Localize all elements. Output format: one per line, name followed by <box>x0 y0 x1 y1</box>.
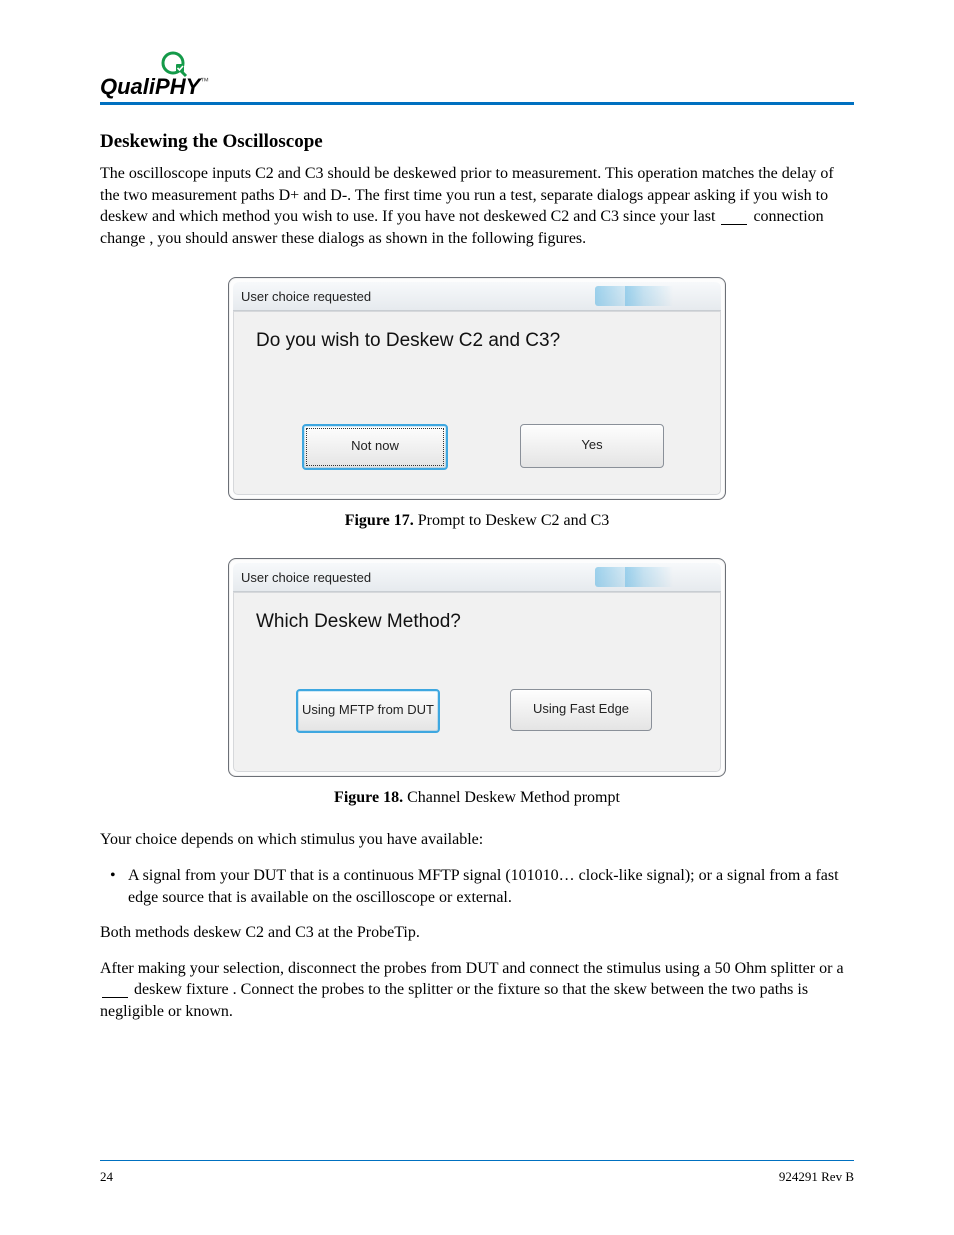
dialog-title: User choice requested <box>233 282 721 311</box>
qualiphy-logo-icon: QualiPHY ™ <box>100 50 210 100</box>
mftp-button[interactable]: Using MFTP from DUT <box>296 689 440 733</box>
para-after-selection: After making your selection, disconnect … <box>100 958 854 1023</box>
dialog-title: User choice requested <box>233 563 721 592</box>
not-now-button[interactable]: Not now <box>302 424 448 470</box>
page-header: QualiPHY ™ <box>100 50 854 105</box>
para4-pre: After making your selection, disconnect … <box>100 960 844 977</box>
intro-paragraph: The oscilloscope inputs C2 and C3 should… <box>100 163 854 249</box>
footer-row: 24 924291 Rev B <box>100 1169 854 1185</box>
yes-button[interactable]: Yes <box>520 424 664 468</box>
doc-revision: 924291 Rev B <box>779 1169 854 1185</box>
dialog-question: Which Deskew Method? <box>256 611 698 633</box>
figure-18-caption: Figure 18. Channel Deskew Method prompt <box>100 789 854 807</box>
dialog-body: Do you wish to Deskew C2 and C3? Not now… <box>233 311 721 495</box>
blank-line <box>102 983 128 998</box>
brand-logo: QualiPHY ™ <box>100 50 210 100</box>
svg-text:™: ™ <box>200 76 209 86</box>
dialog-body: Which Deskew Method? Using MFTP from DUT… <box>233 592 721 772</box>
bullet-item: •A signal from your DUT that is a contin… <box>100 865 854 908</box>
dialog-question: Do you wish to Deskew C2 and C3? <box>256 330 698 352</box>
para4-link: deskew fixture <box>134 981 229 998</box>
figure-label: Figure 18. <box>334 789 403 806</box>
page-number: 24 <box>100 1169 113 1185</box>
para-stimulus-intro: Your choice depends on which stimulus yo… <box>100 829 854 851</box>
figure-text: Prompt to Deskew C2 and C3 <box>414 512 610 529</box>
bullet-text: A signal from your DUT that is a continu… <box>128 867 839 906</box>
svg-text:QualiPHY: QualiPHY <box>100 74 203 99</box>
fast-edge-button[interactable]: Using Fast Edge <box>510 689 652 731</box>
page: QualiPHY ™ Deskewing the Oscilloscope Th… <box>0 0 954 1235</box>
page-footer: 24 924291 Rev B <box>100 1160 854 1185</box>
figure-label: Figure 17. <box>345 512 414 529</box>
figure-17-wrap: User choice requested Do you wish to Des… <box>100 277 854 500</box>
figure-17-caption: Figure 17. Prompt to Deskew C2 and C3 <box>100 512 854 530</box>
deskew-dialog: User choice requested Do you wish to Des… <box>228 277 726 500</box>
dialog-buttons: Using MFTP from DUT Using Fast Edge <box>256 689 698 733</box>
para1-post: , you should answer these dialogs as sho… <box>149 230 586 247</box>
figure-text: Channel Deskew Method prompt <box>403 789 620 806</box>
figure-18-wrap: User choice requested Which Deskew Metho… <box>100 558 854 777</box>
para-both-methods: Both methods deskew C2 and C3 at the Pro… <box>100 922 854 944</box>
deskew-method-dialog: User choice requested Which Deskew Metho… <box>228 558 726 777</box>
blank-line <box>721 210 747 225</box>
footer-rule <box>100 1160 854 1161</box>
dialog-buttons: Not now Yes <box>256 424 698 470</box>
section-title: Deskewing the Oscilloscope <box>100 131 854 153</box>
